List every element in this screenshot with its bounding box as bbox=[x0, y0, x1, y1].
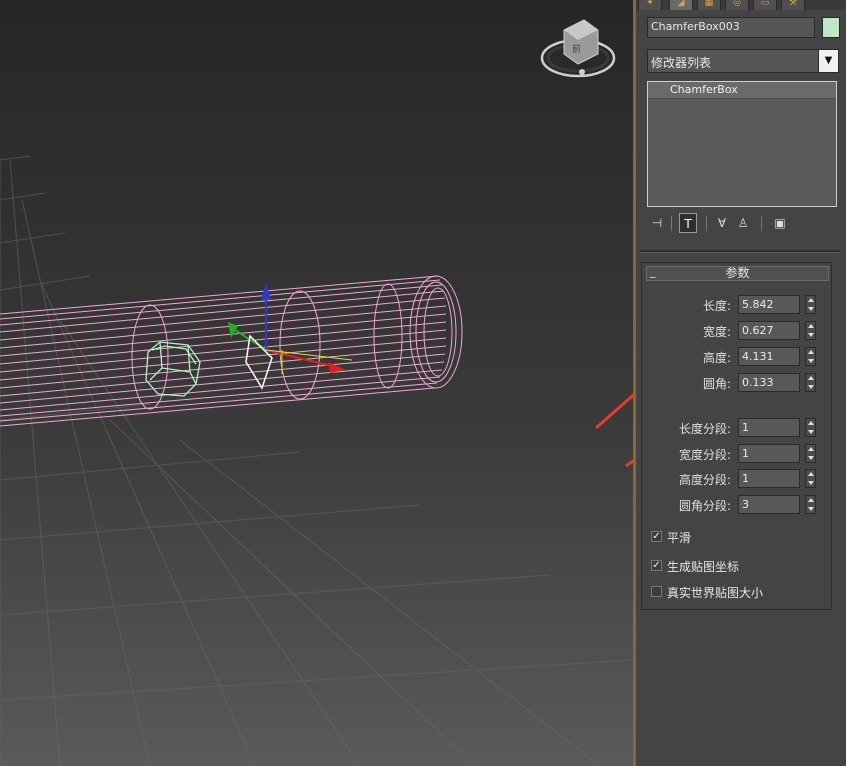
chevron-down-icon[interactable]: ▼ bbox=[818, 50, 838, 72]
rollout-title: 参数 bbox=[725, 266, 750, 280]
parameters-rollout: _ 参数 长度: 5.842 宽度: 0.627 高度: 4.131 圆角: 0… bbox=[641, 262, 832, 610]
viewport-scene: 前 bbox=[0, 19, 633, 766]
hierarchy-tab-icon[interactable]: ▦ bbox=[697, 0, 721, 10]
modifier-list-label: 修改器列表 bbox=[651, 56, 712, 70]
stack-toolbar: ⊣ T ∀ ♙ ▣ bbox=[648, 213, 840, 237]
param-value-field[interactable]: 3 bbox=[738, 495, 800, 514]
spinner-icon[interactable] bbox=[805, 321, 816, 340]
param-value-field[interactable]: 0.133 bbox=[738, 373, 800, 392]
svg-text:前: 前 bbox=[572, 43, 581, 55]
utilities-tab-icon[interactable]: ⚒ bbox=[781, 0, 805, 10]
generate-mapping-coords-checkbox[interactable]: ✓ 生成贴图坐标 bbox=[651, 557, 831, 575]
object-color-swatch[interactable] bbox=[822, 17, 840, 38]
param-value-field[interactable]: 5.842 bbox=[738, 295, 800, 314]
motion-tab-icon[interactable]: ◎ bbox=[725, 0, 749, 10]
command-panel-tabs: ✦ ◢ ▦ ◎ ▭ ⚒ bbox=[636, 0, 846, 10]
param-fillet: 圆角: 0.133 bbox=[642, 373, 833, 395]
checkbox-icon[interactable]: ✓ bbox=[651, 560, 662, 571]
param-length-segs: 长度分段: 1 bbox=[642, 418, 833, 440]
param-width: 宽度: 0.627 bbox=[642, 321, 833, 343]
display-tab-icon[interactable]: ▭ bbox=[753, 0, 777, 10]
viewcube[interactable]: 前 bbox=[540, 19, 616, 78]
param-length: 长度: 5.842 bbox=[642, 295, 833, 317]
pin-stack-icon[interactable]: ⊣ bbox=[648, 213, 666, 233]
modify-tab-icon[interactable]: ◢ bbox=[669, 0, 693, 10]
perspective-viewport[interactable]: 前 bbox=[0, 0, 633, 766]
param-label: 宽度: bbox=[702, 325, 731, 339]
configure-modifier-sets-icon[interactable]: ▣ bbox=[771, 213, 789, 233]
param-value-field[interactable]: 0.627 bbox=[738, 321, 800, 340]
checkbox-label: 生成贴图坐标 bbox=[667, 560, 740, 574]
param-value-field[interactable]: 1 bbox=[738, 469, 800, 488]
stack-item-chamferbox[interactable]: ChamferBox bbox=[648, 82, 836, 99]
cylinder-wireframe[interactable] bbox=[0, 275, 463, 427]
param-label: 长度分段: bbox=[678, 422, 731, 436]
modifier-list-dropdown[interactable]: 修改器列表 ▼ bbox=[647, 49, 839, 73]
make-unique-icon[interactable]: ∀ bbox=[713, 213, 731, 233]
spinner-icon[interactable] bbox=[805, 469, 816, 488]
modifier-stack[interactable]: ChamferBox bbox=[647, 81, 837, 207]
spinner-icon[interactable] bbox=[805, 495, 816, 514]
spinner-icon[interactable] bbox=[805, 418, 816, 437]
real-world-map-size-checkbox[interactable]: 真实世界贴图大小 bbox=[651, 583, 831, 601]
spinner-icon[interactable] bbox=[805, 295, 816, 314]
checkbox-label: 平滑 bbox=[667, 531, 692, 545]
param-value-field[interactable]: 4.131 bbox=[738, 347, 800, 366]
home-grid bbox=[0, 155, 633, 766]
param-label: 圆角: bbox=[702, 377, 731, 391]
rollout-header[interactable]: _ 参数 bbox=[646, 265, 829, 281]
param-height: 高度: 4.131 bbox=[642, 347, 833, 369]
chamferbox-selected-wireframe[interactable] bbox=[145, 341, 201, 397]
spinner-icon[interactable] bbox=[805, 373, 816, 392]
param-label: 长度: bbox=[702, 299, 731, 313]
checkbox-icon[interactable]: ✓ bbox=[651, 531, 662, 542]
collapse-icon: _ bbox=[650, 265, 656, 278]
param-value-field[interactable]: 1 bbox=[738, 444, 800, 463]
param-width-segs: 宽度分段: 1 bbox=[642, 444, 833, 466]
smooth-checkbox[interactable]: ✓ 平滑 bbox=[651, 528, 831, 546]
command-panel: ✦ ◢ ▦ ◎ ▭ ⚒ ChamferBox003 修改器列表 ▼ Chamfe… bbox=[636, 0, 846, 766]
param-label: 宽度分段: bbox=[678, 448, 731, 462]
param-value-field[interactable]: 1 bbox=[738, 418, 800, 437]
param-label: 高度分段: bbox=[678, 473, 731, 487]
checkbox-label: 真实世界贴图大小 bbox=[667, 586, 764, 600]
divider bbox=[640, 250, 840, 253]
checkbox-icon[interactable] bbox=[651, 586, 662, 597]
show-end-result-icon[interactable]: T bbox=[679, 213, 697, 233]
param-label: 圆角分段: bbox=[678, 499, 731, 513]
annotation-arrows bbox=[595, 393, 633, 468]
param-height-segs: 高度分段: 1 bbox=[642, 469, 833, 491]
remove-modifier-icon[interactable]: ♙ bbox=[734, 213, 752, 233]
spinner-icon[interactable] bbox=[805, 347, 816, 366]
object-name-field[interactable]: ChamferBox003 bbox=[647, 17, 815, 38]
create-tab-icon[interactable]: ✦ bbox=[638, 0, 662, 10]
param-label: 高度: bbox=[702, 351, 731, 365]
param-fillet-segs: 圆角分段: 3 bbox=[642, 495, 833, 517]
spinner-icon[interactable] bbox=[805, 444, 816, 463]
